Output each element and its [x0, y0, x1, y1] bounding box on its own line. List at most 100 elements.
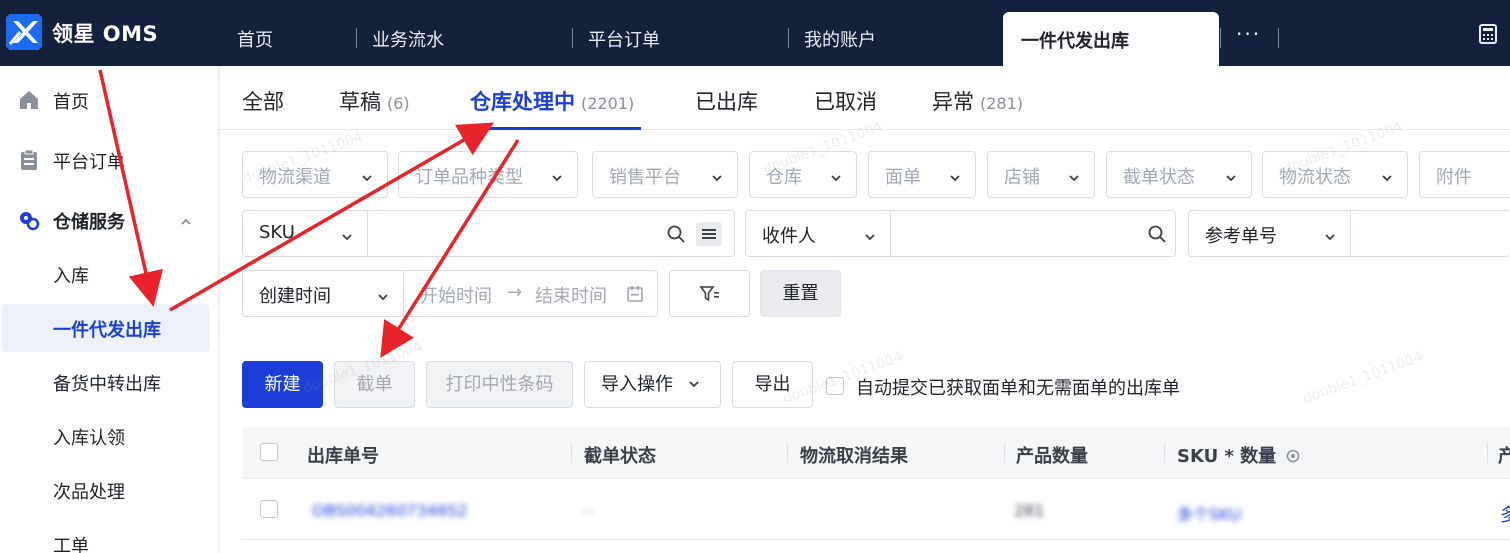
- tab-exception[interactable]: 异常 (281): [932, 86, 1023, 116]
- end-time-placeholder: 结束时间: [535, 286, 607, 307]
- chevron-up-icon: [180, 213, 192, 225]
- settings-icon[interactable]: [1286, 447, 1300, 463]
- chevron-down-icon: [361, 169, 373, 182]
- column-header-logistics-cancel[interactable]: 物流取消结果: [800, 442, 908, 468]
- column-header-partial[interactable]: 产: [1498, 442, 1510, 468]
- row-checkbox[interactable]: [260, 500, 278, 518]
- sku-search-input[interactable]: [367, 210, 735, 257]
- active-tab-underline: [470, 127, 641, 130]
- date-range-picker[interactable]: 开始时间 → 结束时间: [403, 270, 658, 317]
- filter-cutoff-status[interactable]: 截单状态: [1106, 151, 1252, 198]
- sidebar: 首页 平台订单 仓储服务 入库 一件代发出库 备货中转出库 入库认领 次品处理 …: [0, 66, 219, 553]
- reference-search-input[interactable]: [1350, 210, 1510, 257]
- sidebar-group-warehouse-service[interactable]: 仓储服务: [0, 196, 219, 244]
- tab-draft[interactable]: 草稿 (6): [339, 86, 410, 116]
- top-tab-home[interactable]: 首页: [237, 26, 273, 52]
- clipboard-icon: [18, 149, 40, 171]
- more-tabs-icon[interactable]: ···: [1236, 22, 1261, 46]
- select-all-checkbox[interactable]: [260, 443, 278, 461]
- filter-placeholder: 截单状态: [1123, 167, 1195, 188]
- sidebar-item-work-order[interactable]: 工单: [2, 520, 210, 553]
- advanced-filter-button[interactable]: [669, 270, 750, 317]
- product-qty-value: 281: [1014, 501, 1045, 520]
- filter-attachment[interactable]: 附件: [1419, 151, 1510, 198]
- tab-label: 已取消: [814, 90, 877, 114]
- print-neutral-barcode-button[interactable]: 打印中性条码: [426, 361, 573, 408]
- chevron-down-icon: [377, 288, 389, 301]
- top-tab-separator: [1220, 28, 1221, 48]
- sidebar-item-dropship-outbound[interactable]: 一件代发出库: [2, 304, 210, 352]
- column-header-order-no[interactable]: 出库单号: [307, 442, 379, 468]
- warehouse-service-icon: [18, 209, 40, 231]
- row-partial-link[interactable]: 多: [1500, 501, 1510, 527]
- tab-label: 全部: [242, 90, 284, 114]
- top-tab-dropship-outbound[interactable]: 一件代发出库: [1003, 12, 1219, 66]
- chevron-down-icon: [830, 169, 842, 182]
- auto-submit-label: 自动提交已获取面单和无需面单的出库单: [856, 378, 1180, 399]
- sidebar-item-label: 首页: [53, 92, 89, 113]
- filter-store[interactable]: 店铺: [987, 151, 1095, 198]
- reference-search-field[interactable]: [1351, 211, 1510, 256]
- table-header: 出库单号 截单状态 物流取消结果 产品数量 SKU * 数量 产: [242, 427, 1510, 479]
- recipient-type-select[interactable]: 收件人: [745, 210, 891, 257]
- top-tab-separator: [572, 28, 573, 48]
- order-number-link[interactable]: OBS0042607346S2: [312, 501, 468, 520]
- tab-cancelled[interactable]: 已取消: [814, 86, 877, 116]
- sidebar-item-label: 次品处理: [53, 482, 125, 503]
- select-value: 收件人: [762, 226, 816, 247]
- calculator-icon[interactable]: [1478, 24, 1498, 44]
- top-tab-business-flow[interactable]: 业务流水: [372, 26, 444, 52]
- select-value: SKU: [259, 222, 295, 243]
- sku-qty-link[interactable]: 多个SKU: [1177, 501, 1241, 525]
- date-type-select[interactable]: 创建时间: [242, 270, 404, 317]
- sidebar-item-defective-handling[interactable]: 次品处理: [2, 466, 210, 514]
- app-logo-text: 领星 OMS: [52, 22, 159, 46]
- sidebar-item-inbound-claim[interactable]: 入库认领: [2, 412, 210, 460]
- chevron-down-icon: [1381, 169, 1393, 182]
- column-header-label: SKU * 数量: [1177, 446, 1277, 467]
- top-tab-my-account[interactable]: 我的账户: [804, 26, 876, 52]
- tab-label: 仓库处理中: [470, 90, 575, 114]
- sidebar-item-stock-transfer-outbound[interactable]: 备货中转出库: [2, 358, 210, 406]
- import-operations-dropdown[interactable]: 导入操作: [584, 361, 721, 408]
- tab-warehouse-processing[interactable]: 仓库处理中 (2201): [470, 86, 634, 116]
- filter-icon: [698, 286, 719, 302]
- column-header-product-qty[interactable]: 产品数量: [1016, 442, 1088, 468]
- dropdown-label: 导入操作: [601, 374, 673, 395]
- chevron-down-icon: [949, 169, 961, 182]
- tab-label: 已出库: [695, 90, 758, 114]
- chevron-down-icon: [1324, 228, 1336, 241]
- sku-type-select[interactable]: SKU: [242, 210, 368, 257]
- filter-panel: 全部 草稿 (6) 仓库处理中 (2201) 已出库 已取消 异常 (281) 物流渠…: [220, 66, 1510, 340]
- table-row[interactable]: OBS0042607346S2 -- 281 多个SKU 多: [242, 480, 1510, 540]
- recipient-search-input[interactable]: [890, 210, 1176, 257]
- tab-all[interactable]: 全部: [242, 86, 284, 116]
- sidebar-item-platform-orders[interactable]: 平台订单: [0, 136, 219, 184]
- tab-shipped[interactable]: 已出库: [695, 86, 758, 116]
- batch-input-icon[interactable]: [696, 222, 722, 246]
- column-header-sku-qty[interactable]: SKU * 数量: [1177, 442, 1300, 468]
- tab-label: 草稿: [339, 90, 381, 114]
- reset-button[interactable]: 重置: [760, 270, 841, 317]
- column-divider: [1164, 443, 1165, 463]
- chevron-down-icon: [1068, 169, 1080, 182]
- status-tabs: 全部 草稿 (6) 仓库处理中 (2201) 已出库 已取消 异常 (281): [220, 66, 1510, 130]
- app-logo-icon[interactable]: [6, 14, 42, 50]
- filter-label-sheet[interactable]: 面单: [868, 151, 976, 198]
- column-header-cutoff-status[interactable]: 截单状态: [584, 442, 656, 468]
- reference-type-select[interactable]: 参考单号: [1188, 210, 1351, 257]
- search-icon[interactable]: [666, 224, 686, 244]
- top-tab-platform-orders[interactable]: 平台订单: [588, 26, 660, 52]
- filter-sales-platform[interactable]: 销售平台: [592, 151, 738, 198]
- top-tab-separator: [356, 28, 357, 48]
- recipient-search-field[interactable]: [891, 211, 1175, 256]
- sidebar-item-inbound[interactable]: 入库: [2, 250, 210, 298]
- chevron-down-icon: [341, 228, 353, 241]
- filter-placeholder: 面单: [885, 167, 921, 188]
- search-icon[interactable]: [1147, 224, 1167, 244]
- select-value: 创建时间: [259, 286, 331, 307]
- top-tab-separator: [1278, 28, 1279, 48]
- sidebar-item-home[interactable]: 首页: [0, 76, 219, 124]
- calendar-icon: [626, 285, 644, 303]
- filter-order-type[interactable]: 订单品种类型: [398, 151, 578, 198]
